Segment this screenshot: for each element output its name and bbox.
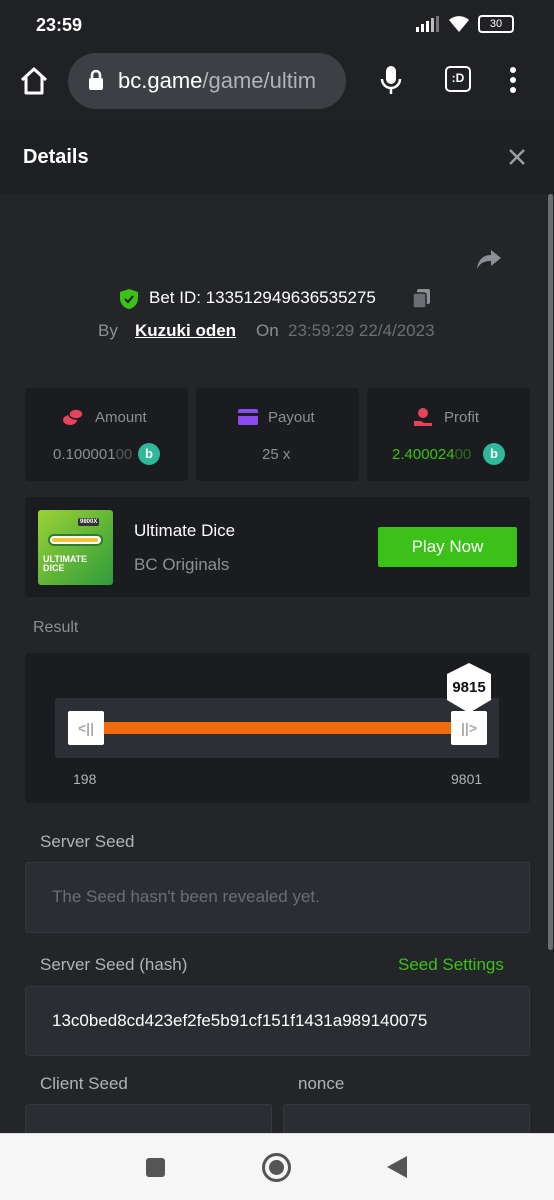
range-low-handle[interactable]: <|| — [68, 711, 104, 745]
lock-icon — [88, 69, 104, 96]
seed-settings-link[interactable]: Seed Settings — [398, 955, 504, 975]
result-marker: 9815 — [445, 662, 493, 714]
range-low-value: 198 — [73, 771, 97, 787]
url-text: bc.game/game/ultim — [118, 68, 316, 94]
details-header: Details — [0, 120, 554, 194]
recent-apps-button[interactable] — [146, 1158, 165, 1177]
nonce-label: nonce — [298, 1074, 345, 1093]
copy-icon[interactable] — [411, 287, 433, 314]
range-high-handle[interactable]: ||> — [451, 711, 487, 745]
result-range-bar — [88, 722, 468, 734]
client-seed-field[interactable] — [25, 1104, 272, 1134]
user-link[interactable]: Kuzuki oden — [135, 321, 236, 341]
server-seed-placeholder: The Seed hasn't been revealed yet. — [52, 887, 320, 906]
thumbnail-badge: 9800X — [78, 518, 100, 526]
more-menu-icon[interactable] — [508, 66, 518, 99]
bet-id-text: Bet ID: 133512949636535275 — [149, 288, 376, 308]
microphone-icon[interactable] — [380, 64, 402, 101]
server-seed-hash-field[interactable]: 13c0bed8cd423ef2fe5b91cf151f1431a9891400… — [25, 986, 530, 1056]
by-label: By — [98, 321, 118, 340]
game-provider: BC Originals — [134, 555, 230, 574]
url-domain: bc.game — [118, 68, 203, 93]
profit-hand-icon — [413, 407, 433, 432]
thumbnail-slider-fill — [52, 538, 98, 542]
thumbnail-title: ULTIMATE DICE — [43, 555, 87, 573]
nonce-field[interactable] — [283, 1104, 530, 1134]
scrollbar[interactable] — [548, 194, 553, 950]
system-navigation-bar — [0, 1133, 554, 1200]
result-card: <|| ||> 9815 198 9801 — [25, 653, 530, 803]
profit-dim: 00 — [454, 446, 472, 463]
tab-switcher-button[interactable]: :D — [445, 66, 471, 92]
on-label: On — [256, 321, 279, 340]
amount-card: Amount 0.10000100 b — [25, 388, 188, 481]
profit-label: Profit — [444, 409, 480, 426]
bet-datetime: 23:59:29 22/4/2023 — [288, 321, 435, 340]
bet-details-content: Bet ID: 133512949636535275 By Kuzuki ode… — [0, 194, 554, 1134]
currency-coin-icon: b — [483, 443, 505, 465]
currency-coin-icon: b — [138, 443, 160, 465]
status-time: 23:59 — [36, 15, 83, 35]
share-icon[interactable] — [476, 248, 502, 275]
amount-dim: 00 — [115, 446, 133, 463]
home-button[interactable] — [262, 1153, 291, 1182]
address-bar[interactable]: bc.game/game/ultim — [68, 53, 346, 109]
server-seed-hash-value: 13c0bed8cd423ef2fe5b91cf151f1431a9891400… — [52, 1011, 428, 1030]
home-button-dot — [269, 1160, 284, 1175]
game-thumbnail[interactable]: 9800X ULTIMATE DICE — [38, 510, 113, 585]
card-icon — [238, 409, 258, 430]
close-icon[interactable] — [507, 147, 527, 172]
status-bar: 23:59 30 — [0, 0, 554, 50]
payout-value: 25 x — [262, 446, 291, 463]
signal-icon — [416, 16, 440, 37]
game-name: Ultimate Dice — [134, 521, 236, 540]
thumbnail-title-line2: DICE — [43, 563, 65, 573]
home-icon[interactable] — [18, 66, 50, 101]
profit-card: Profit 2.40002400 b — [367, 388, 530, 481]
profit-main: 2.400024 — [392, 446, 455, 463]
back-button[interactable] — [386, 1155, 408, 1184]
verified-shield-icon — [119, 288, 139, 315]
url-path: /game/ultim — [202, 68, 317, 93]
coins-icon — [62, 408, 84, 431]
wifi-icon — [447, 14, 471, 39]
server-seed-label: Server Seed — [40, 832, 135, 851]
game-card: 9800X ULTIMATE DICE Ultimate Dice BC Orig… — [25, 497, 530, 597]
amount-label: Amount — [95, 409, 147, 426]
battery-icon: 30 — [478, 15, 514, 33]
payout-label: Payout — [268, 409, 315, 426]
range-high-value: 9801 — [451, 771, 483, 787]
battery-level: 30 — [489, 18, 503, 30]
bet-id-label: Bet ID: — [149, 288, 201, 307]
browser-toolbar: bc.game/game/ultim :D — [0, 50, 554, 120]
details-title: Details — [23, 146, 89, 168]
server-seed-hash-label: Server Seed (hash) — [40, 955, 188, 974]
amount-main: 0.100001 — [53, 446, 116, 463]
payout-card: Payout 25 x — [196, 388, 359, 481]
play-now-button[interactable]: Play Now — [378, 527, 517, 567]
server-seed-field[interactable]: The Seed hasn't been revealed yet. — [25, 862, 530, 933]
profit-value: 2.40002400 — [392, 446, 471, 463]
result-label: Result — [33, 619, 79, 636]
result-value: 9815 — [452, 679, 486, 696]
bet-id-value: 133512949636535275 — [205, 288, 376, 307]
amount-value: 0.10000100 — [53, 446, 132, 463]
client-seed-label: Client Seed — [40, 1074, 128, 1093]
